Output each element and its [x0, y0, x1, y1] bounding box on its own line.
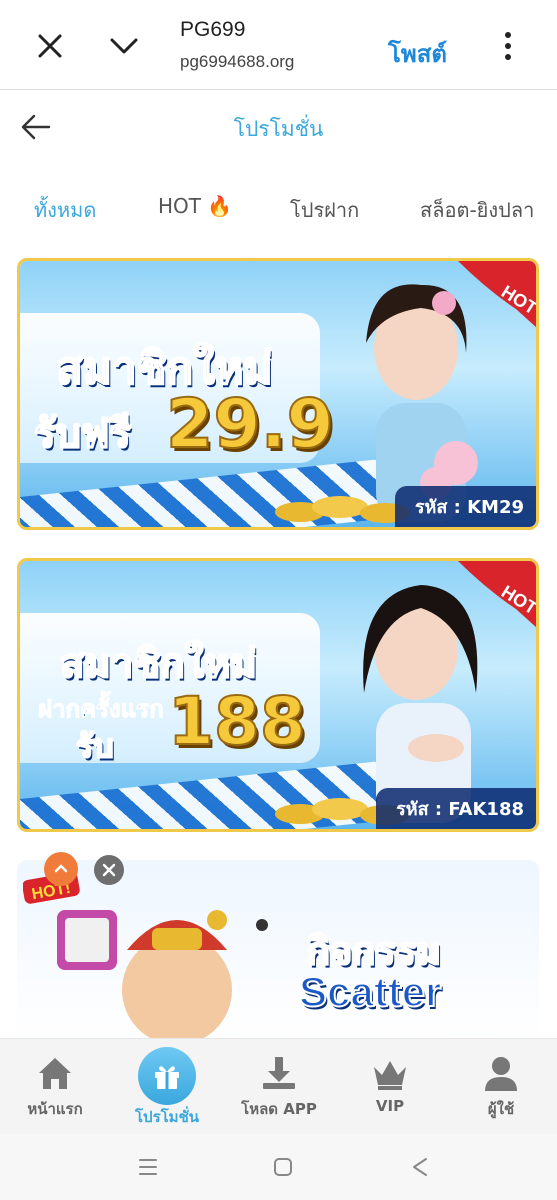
- site-url[interactable]: pg6994688.org: [180, 52, 294, 72]
- home-circle-icon[interactable]: [268, 1152, 298, 1182]
- promo-banner-new-member-29[interactable]: สมาชิกใหม่ รับฟรี 29.9 HOT รหัส : KM29: [17, 258, 539, 530]
- nav-vip-label: VIP: [375, 1097, 405, 1115]
- home-icon: [39, 1058, 71, 1089]
- fortune-god-illustration: [57, 910, 268, 1040]
- hot-ribbon-badge: HOT: [458, 261, 536, 328]
- banner-amount: 29.9: [165, 384, 335, 465]
- post-button[interactable]: โพสต์: [388, 34, 447, 73]
- page-title: โปรโมชั่น: [233, 117, 324, 141]
- crown-icon: [374, 1061, 406, 1090]
- close-icon[interactable]: [32, 28, 68, 64]
- promo-code: รหัส : KM29: [394, 486, 536, 527]
- nav-user-label: ผู้ใช้: [487, 1100, 515, 1118]
- tab-hot[interactable]: HOT 🔥: [158, 194, 232, 218]
- more-vert-icon[interactable]: [496, 28, 520, 64]
- nav-promotion[interactable]: โปรโมชั่น: [112, 1039, 222, 1135]
- promo-banner-first-deposit-188[interactable]: สมาชิกใหม่ ฝากครั้งแรก รับ 188 HOT รหัส …: [17, 558, 539, 832]
- recents-icon[interactable]: [133, 1152, 163, 1182]
- category-tabs: ทั้งหมด HOT 🔥 โปรฝาก สล็อต-ยิงปลา: [0, 180, 557, 240]
- tab-all[interactable]: ทั้งหมด: [34, 194, 96, 226]
- chevron-down-icon[interactable]: [104, 28, 144, 64]
- nav-vip[interactable]: VIP: [335, 1039, 445, 1135]
- chevron-up-icon[interactable]: [44, 852, 78, 886]
- promo-banner-scatter-event[interactable]: HOT! กิจกรรม Scatter จับรางวัลพิเศษ: [17, 860, 539, 1040]
- close-floating-icon[interactable]: [94, 855, 124, 885]
- user-icon: [485, 1057, 517, 1091]
- download-icon: [263, 1057, 295, 1089]
- tab-slots-fishing[interactable]: สล็อต-ยิงปลา: [420, 194, 534, 226]
- tab-deposit[interactable]: โปรฝาก: [290, 194, 359, 226]
- nav-home[interactable]: หน้าแรก: [0, 1039, 110, 1135]
- gift-icon: [155, 1066, 179, 1089]
- browser-toolbar: PG699 pg6994688.org โพสต์: [0, 0, 557, 90]
- nav-promotion-label: โปรโมชั่น: [134, 1108, 199, 1126]
- promo-code: รหัส : FAK188: [376, 788, 536, 829]
- page-header: โปรโมชั่น: [0, 91, 557, 163]
- banner-subline-receive: รับ: [75, 726, 114, 766]
- banner-subline: รับฟรี: [33, 410, 132, 458]
- banner-scatter-title: Scatter: [298, 967, 442, 1016]
- banner-subline: จับรางวัลพิเศษ: [278, 1020, 506, 1040]
- back-triangle-icon[interactable]: [405, 1152, 435, 1182]
- nav-download-label: โหลด APP: [241, 1100, 317, 1118]
- system-navigation-bar: [0, 1134, 557, 1200]
- nav-home-label: หน้าแรก: [27, 1100, 83, 1118]
- nav-active-indicator: [138, 1047, 196, 1105]
- nav-user[interactable]: ผู้ใช้: [446, 1039, 556, 1135]
- hot-ribbon-badge: HOT: [458, 561, 536, 628]
- banner-amount: 188: [167, 682, 307, 761]
- nav-download-app[interactable]: โหลด APP: [224, 1039, 334, 1135]
- bottom-navigation: หน้าแรก โปรโมชั่น โหลด APP VIP ผู้ใช้: [0, 1038, 557, 1134]
- site-name: PG699: [180, 18, 246, 41]
